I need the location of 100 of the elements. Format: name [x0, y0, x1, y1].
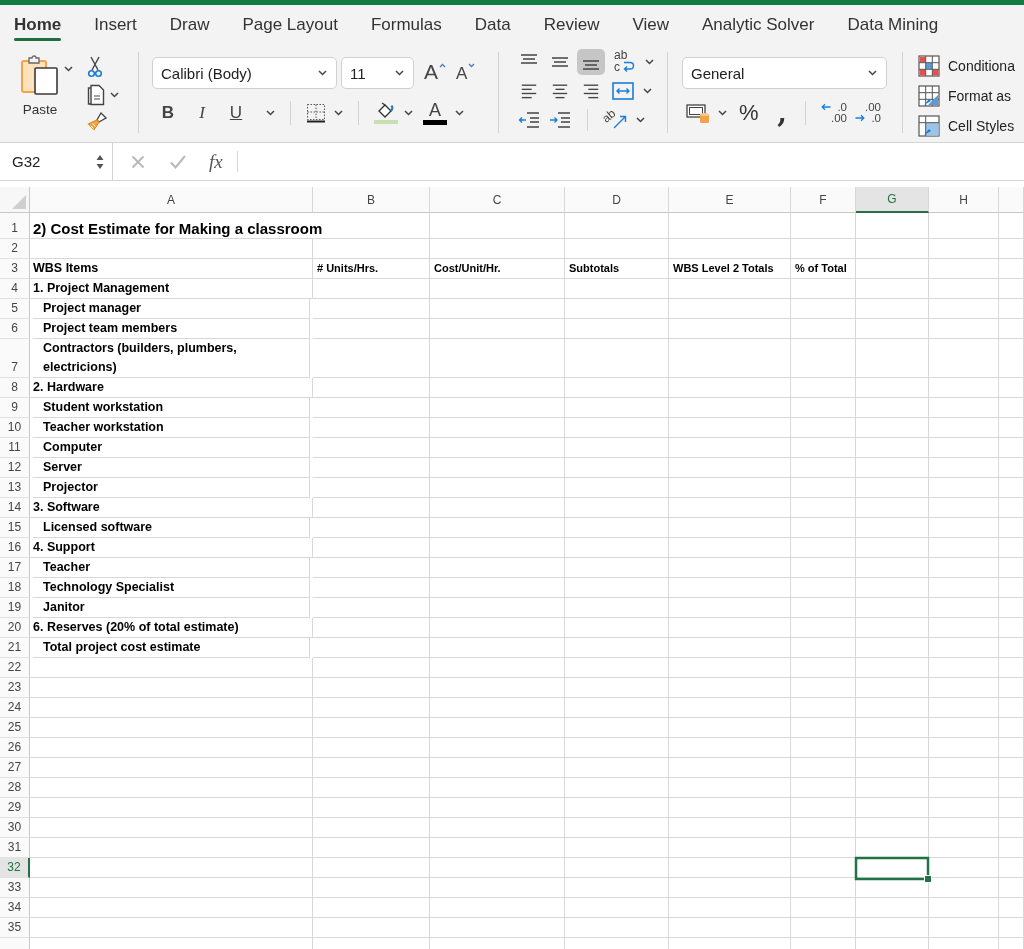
ribbon-tab[interactable]: Data Mining	[847, 5, 939, 42]
bold-button[interactable]: B	[156, 100, 180, 125]
row-header[interactable]: 29	[0, 798, 30, 818]
row-header[interactable]: 19	[0, 598, 30, 618]
row-header[interactable]: 20	[0, 618, 30, 638]
row-header[interactable]: 13	[0, 478, 30, 498]
column-header[interactable]: A	[30, 187, 313, 213]
italic-button[interactable]: I	[190, 100, 214, 125]
ribbon-tab[interactable]: Formulas	[370, 5, 442, 42]
column-header[interactable]: G	[856, 187, 929, 213]
row-header[interactable]: 17	[0, 558, 30, 578]
row-header[interactable]: 35	[0, 918, 30, 938]
underline-button[interactable]: U	[224, 100, 248, 125]
column-header[interactable]: B	[313, 187, 430, 213]
caret-icon[interactable]	[718, 109, 727, 116]
increase-indent-icon[interactable]	[549, 111, 571, 129]
row-header[interactable]: 2	[0, 239, 30, 259]
row-header[interactable]: 32	[0, 858, 30, 878]
row-header[interactable]: 12	[0, 458, 30, 478]
caret-icon[interactable]	[404, 109, 413, 116]
caret-icon[interactable]	[395, 70, 404, 76]
paste-button[interactable]: Paste	[18, 54, 62, 117]
ribbon-tab[interactable]: View	[632, 5, 669, 42]
format-as-table-button[interactable]: Format as	[918, 84, 1015, 108]
caret-icon[interactable]	[334, 109, 343, 116]
caret-icon[interactable]	[868, 70, 877, 76]
row-header[interactable]: 18	[0, 578, 30, 598]
column-header[interactable]: H	[929, 187, 999, 213]
row-header[interactable]: 30	[0, 818, 30, 838]
percent-style-button[interactable]: %	[737, 100, 761, 125]
row-header[interactable]: 1	[0, 213, 30, 239]
ribbon-tab[interactable]: Page Layout	[242, 5, 338, 42]
ribbon-tab[interactable]: Review	[543, 5, 600, 42]
row-header[interactable]: 10	[0, 418, 30, 438]
increase-decimal-button[interactable]: .00 .0	[855, 101, 881, 124]
column-header[interactable]: C	[430, 187, 565, 213]
row-header[interactable]: 8	[0, 378, 30, 398]
row-header[interactable]: 27	[0, 758, 30, 778]
accounting-format-icon[interactable]	[686, 101, 710, 124]
number-format-dropdown[interactable]: General	[682, 57, 887, 89]
ribbon-tab[interactable]: Data	[474, 5, 511, 42]
row-header[interactable]: 4	[0, 279, 30, 299]
caret-icon[interactable]	[643, 88, 652, 94]
ribbon-tab[interactable]: Insert	[94, 5, 137, 42]
row-header[interactable]: 33	[0, 878, 30, 898]
row-header[interactable]: 25	[0, 718, 30, 738]
fill-color-icon[interactable]	[374, 101, 398, 124]
row-header[interactable]: 15	[0, 518, 30, 538]
wrap-text-button[interactable]: ab c	[612, 49, 636, 75]
cut-icon[interactable]	[87, 56, 103, 78]
cell-styles-button[interactable]: Cell Styles	[918, 114, 1015, 138]
comma-style-button[interactable]: ,	[774, 100, 790, 125]
row-header[interactable]: 34	[0, 898, 30, 918]
row-header[interactable]: 9	[0, 398, 30, 418]
caret-icon[interactable]	[64, 66, 73, 72]
column-header[interactable]: F	[791, 187, 856, 213]
row-header[interactable]: 16	[0, 538, 30, 558]
row-header[interactable]: 14	[0, 498, 30, 518]
caret-icon[interactable]	[110, 92, 119, 98]
name-box[interactable]: G32	[0, 143, 113, 180]
caret-icon[interactable]	[318, 70, 327, 76]
row-header[interactable]: 24	[0, 698, 30, 718]
row-header[interactable]: 21	[0, 638, 30, 658]
row-header[interactable]: 23	[0, 678, 30, 698]
row-header[interactable]: 26	[0, 738, 30, 758]
increase-font-size-button[interactable]: A	[424, 60, 446, 86]
row-header[interactable]: 3	[0, 259, 30, 279]
conditional-formatting-button[interactable]: Conditiona	[918, 54, 1015, 78]
row-header[interactable]: 22	[0, 658, 30, 678]
text-orientation-button[interactable]: ab	[601, 107, 629, 133]
format-painter-icon[interactable]	[87, 112, 107, 132]
active-cell-outline[interactable]	[854, 856, 932, 883]
copy-icon[interactable]	[87, 84, 105, 106]
caret-icon[interactable]	[455, 109, 464, 116]
caret-icon[interactable]	[636, 117, 645, 123]
font-size-dropdown[interactable]: 11	[341, 57, 414, 89]
row-header[interactable]: 28	[0, 778, 30, 798]
decrease-decimal-button[interactable]: .0 .00	[821, 101, 847, 124]
spinner-icon[interactable]	[96, 153, 104, 170]
borders-icon[interactable]	[306, 102, 326, 123]
insert-function-button[interactable]: fx	[209, 150, 223, 173]
align-bottom-button[interactable]	[577, 49, 605, 75]
caret-icon[interactable]	[266, 109, 275, 116]
decrease-indent-icon[interactable]	[518, 111, 540, 129]
ribbon-tab[interactable]: Home	[14, 5, 62, 42]
column-header[interactable]: D	[565, 187, 669, 213]
row-header[interactable]: 11	[0, 438, 30, 458]
ribbon-tab[interactable]: Analytic Solver	[702, 5, 815, 42]
caret-icon[interactable]	[645, 59, 654, 65]
ribbon-tab[interactable]: Draw	[169, 5, 210, 42]
row-header[interactable]: 6	[0, 319, 30, 339]
merge-cells-icon[interactable]	[612, 82, 634, 100]
decrease-font-size-button[interactable]: A	[456, 60, 476, 86]
font-color-button[interactable]: A	[423, 100, 447, 125]
checkmark-icon[interactable]	[170, 154, 186, 169]
font-name-dropdown[interactable]: Calibri (Body)	[152, 57, 337, 89]
row-header[interactable]: 7	[0, 339, 30, 378]
row-header[interactable]: 31	[0, 838, 30, 858]
row-header[interactable]: 5	[0, 299, 30, 319]
column-header[interactable]: E	[669, 187, 791, 213]
